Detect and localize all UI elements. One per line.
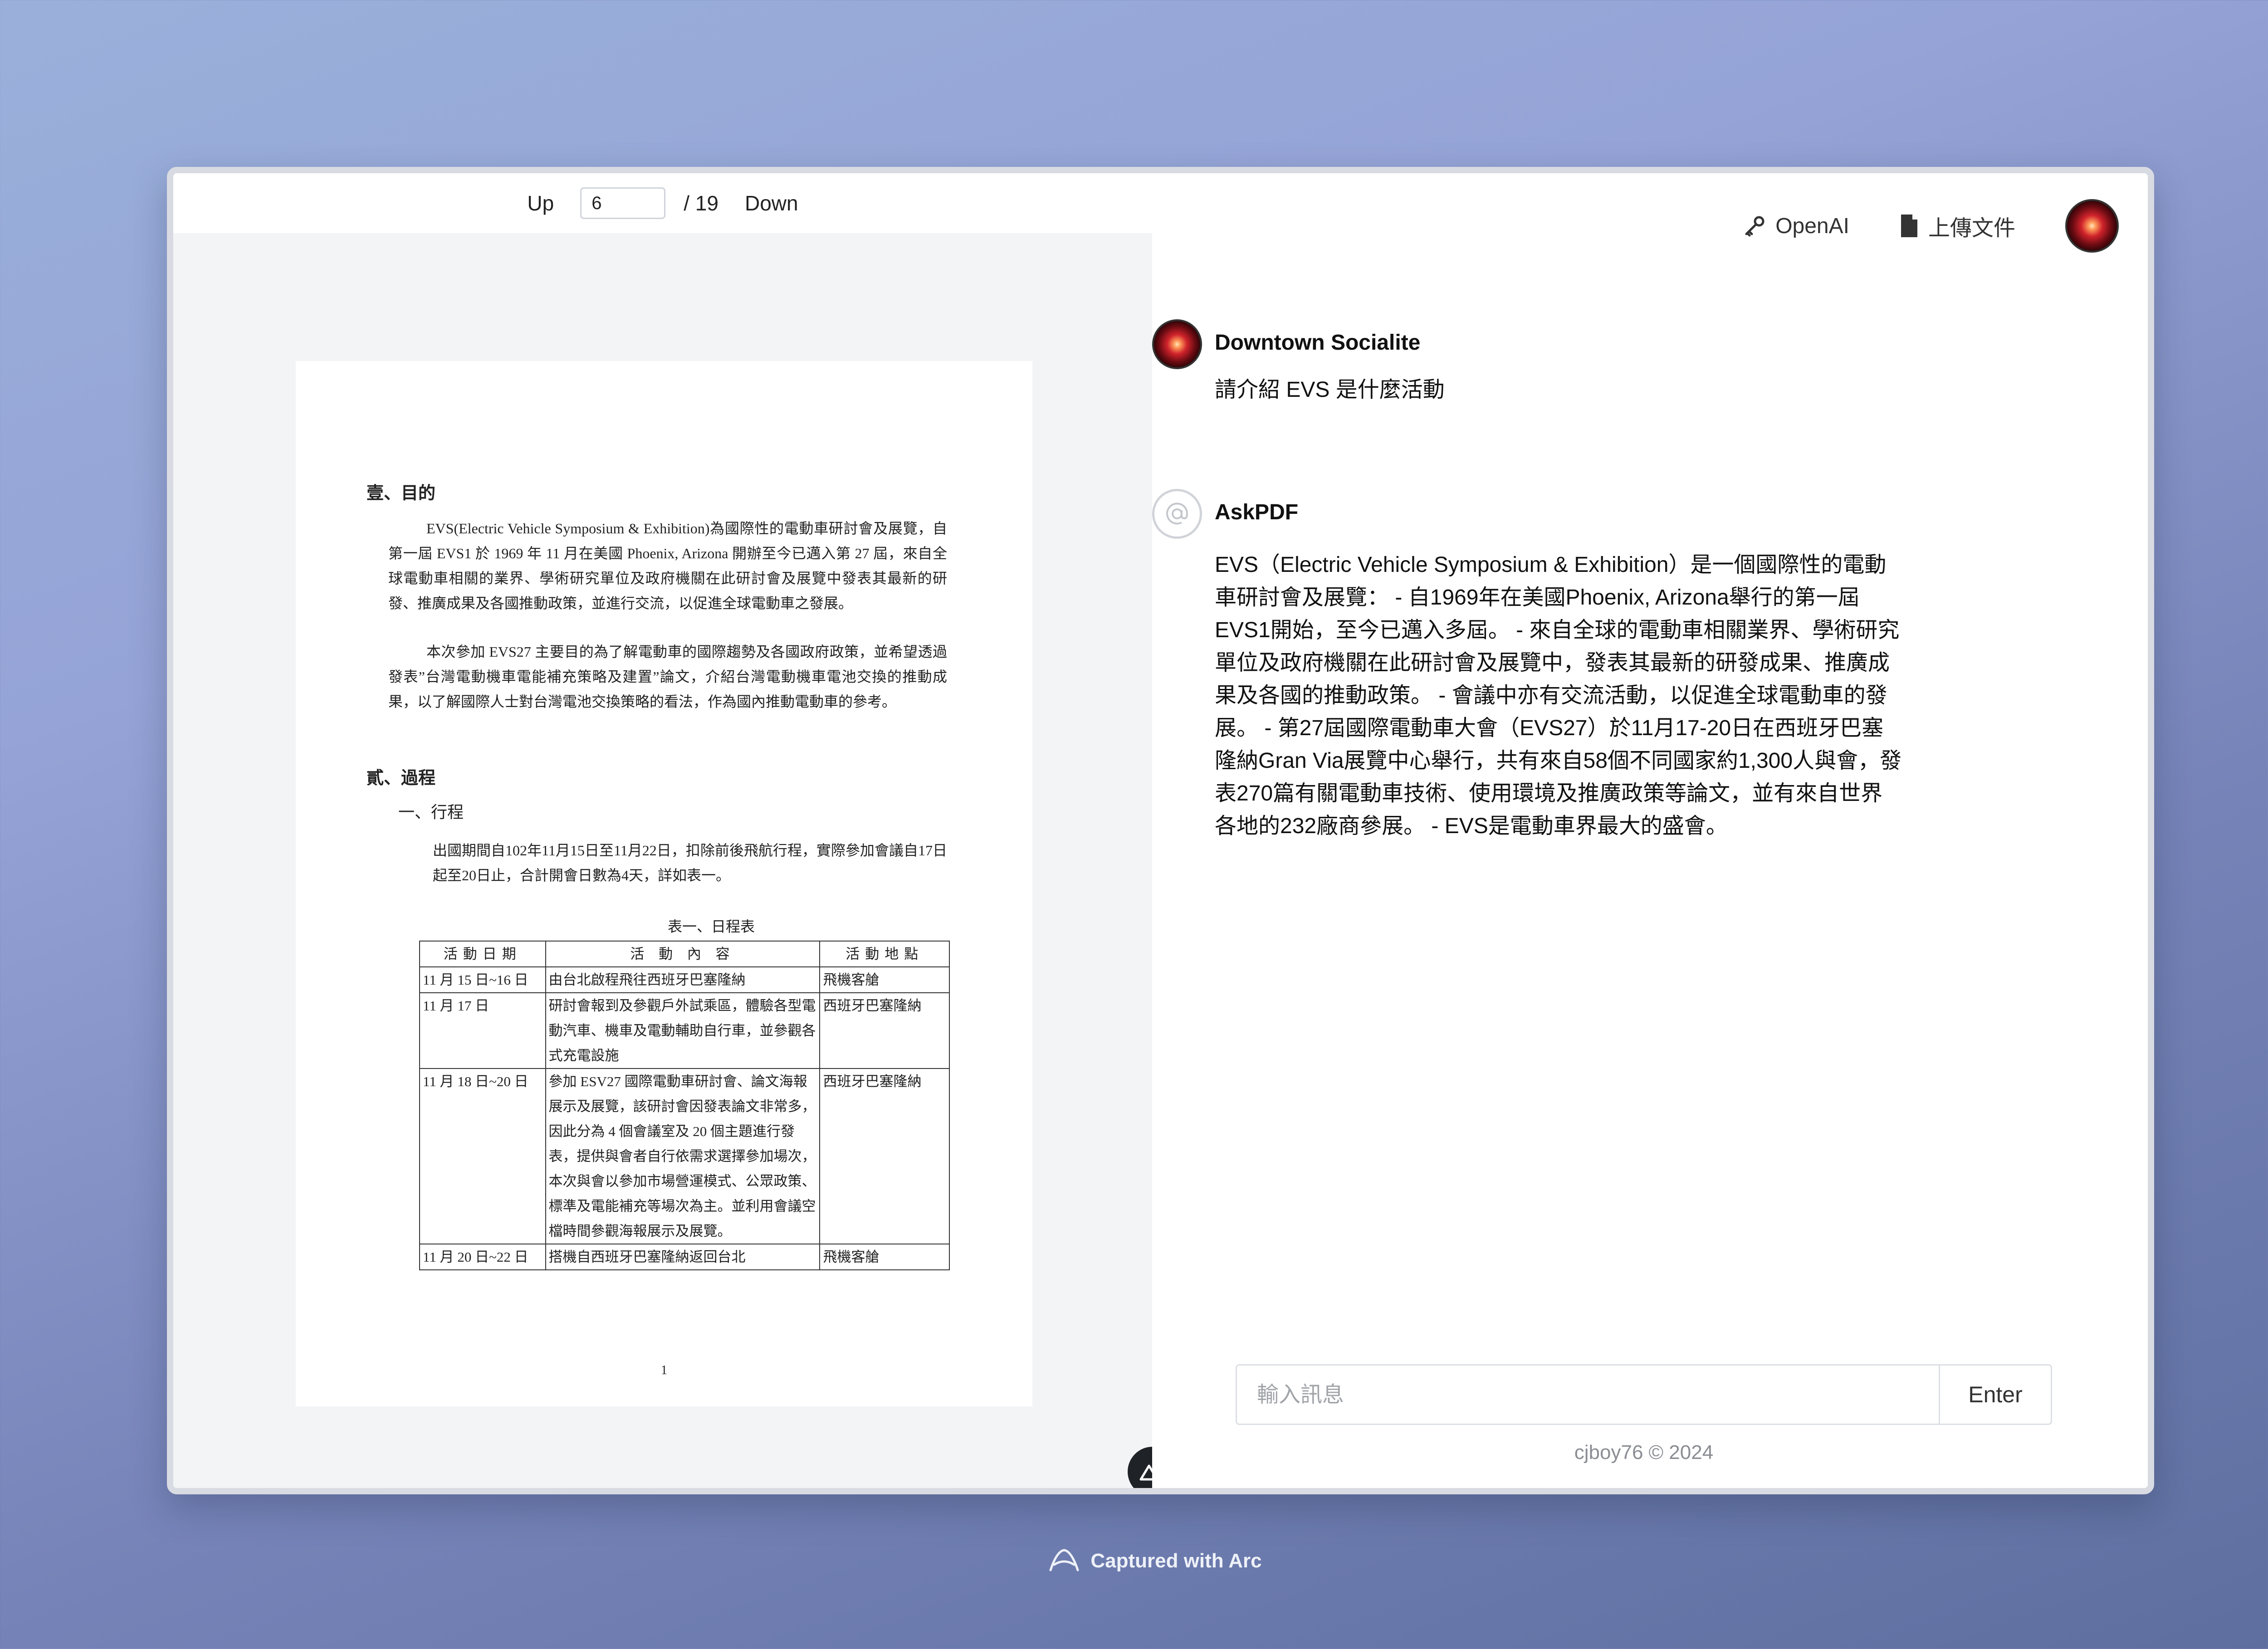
section-title-purpose: 壹、目的	[367, 484, 436, 503]
table-row: 11 月 18 日~20 日 參加 ESV27 國際電動車研討會、論文海報展示及…	[419, 1068, 950, 1244]
table-cell: 搭機自西班牙巴塞隆納返回台北	[545, 1244, 821, 1270]
user-avatar[interactable]	[2065, 199, 2119, 253]
table-header: 活動日期	[419, 941, 546, 967]
openai-label: OpenAI	[1775, 214, 1849, 238]
key-icon	[1745, 216, 1765, 237]
table-cell: 飛機客艙	[819, 966, 950, 993]
subsection-title-itinerary: 一、行程	[398, 803, 464, 821]
table-cell: 西班牙巴塞隆納	[819, 992, 950, 1069]
page-number-input[interactable]	[580, 187, 666, 219]
page-number: 1	[661, 1363, 667, 1377]
table-cell: 11 月 20 日~22 日	[419, 1244, 546, 1270]
table-row: 11 月 17 日 研討會報到及參觀戶外試乘區，體驗各型電動汽車、機車及電動輔助…	[419, 992, 950, 1069]
table-row: 11 月 15 日~16 日 由台北啟程飛往西班牙巴塞隆納 飛機客艙	[419, 966, 950, 993]
table-header: 活 動 內 容	[545, 941, 821, 967]
page-down-button[interactable]: Down	[737, 191, 807, 215]
message-input[interactable]	[1237, 1366, 1939, 1424]
captured-with-arc: Captured with Arc	[0, 1547, 2268, 1576]
table-cell: 11 月 18 日~20 日	[419, 1068, 546, 1244]
message-text: EVS（Electric Vehicle Symposium & Exhibit…	[1215, 553, 1902, 838]
table-cell: 參加 ESV27 國際電動車研討會、論文海報展示及展覽，該研討會因發表論文非常多…	[545, 1068, 821, 1244]
table-cell: 由台北啟程飛往西班牙巴塞隆納	[545, 966, 821, 993]
table-cell: 11 月 17 日	[419, 992, 546, 1069]
table-cell: 西班牙巴塞隆納	[819, 1068, 950, 1244]
top-actions: OpenAI 上傳文件	[1743, 199, 2141, 253]
purpose-paragraph-2: 本次參加 EVS27 主要目的為了解電動車的國際趨勢及各國政府政策，並希望透過發…	[388, 644, 947, 710]
user-message-avatar	[1152, 319, 1202, 369]
pdf-canvas-area[interactable]: 壹、目的 EVS(Electric Vehicle Symposium & Ex…	[173, 233, 1152, 1488]
bot-avatar	[1152, 489, 1202, 539]
footer-credit: cjboy76 © 2024	[1574, 1441, 1714, 1464]
upload-document-button[interactable]: 上傳文件	[1899, 210, 2015, 242]
pdf-toolbar: Up / 19 Down	[173, 173, 1152, 233]
document-icon	[1901, 215, 1917, 237]
schedule-table: 活動日期 活 動 內 容 活動地點 11 月 15 日~16 日 由台北啟程飛往…	[419, 941, 950, 1270]
table-caption: 表一、日程表	[667, 918, 755, 935]
section-title-process: 貳、過程	[367, 769, 436, 788]
app-window: Up / 19 Down 壹、目的 EVS(Electric Vehicle S…	[167, 167, 2154, 1494]
upload-label: 上傳文件	[1928, 216, 2015, 240]
pdf-page: 壹、目的 EVS(Electric Vehicle Symposium & Ex…	[296, 361, 1032, 1406]
message-sender: AskPDF	[1215, 500, 1299, 524]
at-sign-icon	[1166, 503, 1188, 525]
openai-key-button[interactable]: OpenAI	[1743, 214, 1849, 239]
chat-panel: OpenAI 上傳文件 Downtown Socialite 請介紹 EVS 是…	[1152, 173, 2141, 1488]
arc-logo-icon	[1049, 1549, 1079, 1571]
message-composer: Enter	[1236, 1364, 2052, 1425]
purpose-paragraph-1: EVS(Electric Vehicle Symposium & Exhibit…	[388, 520, 947, 611]
message-text: 請介紹 EVS 是什麼活動	[1215, 378, 1445, 402]
table-cell: 飛機客艙	[819, 1244, 950, 1270]
captured-label: Captured with Arc	[1090, 1550, 1262, 1572]
table-header: 活動地點	[819, 941, 950, 967]
page-up-button[interactable]: Up	[519, 191, 562, 215]
itinerary-paragraph: 出國期間自102年11月15日至11月22日，扣除前後飛航行程，實際參加會議自1…	[433, 842, 947, 883]
table-row: 11 月 20 日~22 日 搭機自西班牙巴塞隆納返回台北 飛機客艙	[419, 1244, 950, 1270]
table-header-row: 活動日期 活 動 內 容 活動地點	[419, 941, 950, 967]
pdf-viewer: Up / 19 Down 壹、目的 EVS(Electric Vehicle S…	[173, 173, 1178, 1488]
table-cell: 研討會報到及參觀戶外試乘區，體驗各型電動汽車、機車及電動輔助自行車，並參觀各式充…	[545, 992, 821, 1069]
total-pages-label: / 19	[684, 191, 719, 215]
enter-button[interactable]: Enter	[1939, 1366, 2051, 1424]
table-cell: 11 月 15 日~16 日	[419, 966, 546, 993]
message-sender: Downtown Socialite	[1215, 331, 1421, 355]
